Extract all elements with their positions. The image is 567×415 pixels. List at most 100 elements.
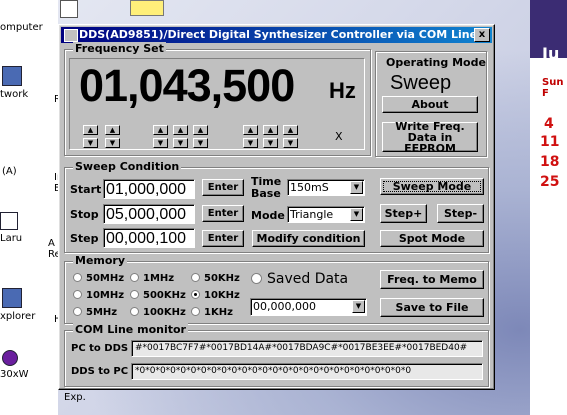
start-enter-button[interactable]: Enter xyxy=(202,179,244,196)
digit-down-arrow-button[interactable]: ▼ xyxy=(263,138,278,148)
memory-option-10mhz[interactable]: 10MHz xyxy=(73,290,124,301)
desktop-icon-label: twork xyxy=(0,89,29,100)
start-label: Start xyxy=(70,183,102,196)
step-label: Step xyxy=(70,232,99,245)
disc-icon xyxy=(2,350,18,366)
step-minus-button[interactable]: Step- xyxy=(437,204,484,223)
radio-icon xyxy=(191,273,200,282)
desktop-icon-label: Exp. xyxy=(64,392,86,403)
dds-to-pc-log: *0*0*0*0*0*0*0*0*0*0*0*0*0*0*0*0*0*0*0*0… xyxy=(131,363,483,380)
calendar-weekday: Sun F xyxy=(542,77,564,99)
step-plus-button[interactable]: Step+ xyxy=(380,204,427,223)
memory-option-label: 50KHz xyxy=(204,273,240,284)
spot-mode-button[interactable]: Spot Mode xyxy=(380,230,484,247)
memory-option-1khz[interactable]: 1KHz xyxy=(191,307,233,318)
operating-mode-value: Sweep xyxy=(390,72,452,94)
sticky-note-icon[interactable] xyxy=(130,0,164,16)
desktop-icon-label: (A) xyxy=(2,166,17,177)
calendar-day: 18 xyxy=(540,154,560,170)
dropdown-arrow-icon[interactable]: ▼ xyxy=(352,300,365,313)
pc-to-dds-label: PC to DDS xyxy=(71,343,129,354)
desktop-shortcut-icon[interactable] xyxy=(60,0,78,18)
desktop-icon-label: xplorer xyxy=(0,311,36,322)
pc-to-dds-log: #*0017BC7F7#*0017BD14A#*0017BDA9C#*0017B… xyxy=(131,340,483,357)
digit-down-arrow-button[interactable]: ▼ xyxy=(173,138,188,148)
modify-condition-button[interactable]: Modify condition xyxy=(252,230,365,247)
sweep-condition-group: Sweep Condition Start 01,000,000 Enter S… xyxy=(64,160,489,253)
dropdown-arrow-icon[interactable]: ▼ xyxy=(350,208,363,221)
digit-up-arrow-button[interactable]: ▲ xyxy=(105,125,120,135)
digit-down-arrow-button[interactable]: ▼ xyxy=(83,138,98,148)
radio-icon xyxy=(73,307,82,316)
calendar-day: 11 xyxy=(540,134,560,150)
digit-down-arrow-button[interactable]: ▼ xyxy=(243,138,258,148)
digit-up-arrow-button[interactable]: ▲ xyxy=(283,125,298,135)
digit-down-arrow-button[interactable]: ▼ xyxy=(105,138,120,148)
saved-data-value: 00,000,000 xyxy=(253,300,316,313)
desktop-icon-laru[interactable]: Laru xyxy=(0,212,22,244)
radio-icon xyxy=(73,273,82,282)
desktop-icon-exp[interactable]: Exp. xyxy=(64,392,86,403)
digit-up-arrow-button[interactable]: ▲ xyxy=(173,125,188,135)
stop-enter-button[interactable]: Enter xyxy=(202,205,244,222)
memory-option-10khz[interactable]: 10KHz xyxy=(191,290,240,301)
saved-data-label: Saved Data xyxy=(267,271,349,287)
time-base-select[interactable]: 150mS ▼ xyxy=(287,179,365,196)
title-bar[interactable]: DDS(AD9851)/Direct Digital Synthesizer C… xyxy=(61,27,492,43)
memory-option-1mhz[interactable]: 1MHz xyxy=(130,273,174,284)
desktop-icon-label: omputer xyxy=(0,22,43,33)
radio-icon xyxy=(130,290,139,299)
digit-down-arrow-button[interactable]: ▼ xyxy=(193,138,208,148)
desktop-icon-computer[interactable]: omputer xyxy=(0,22,43,33)
dropdown-arrow-icon[interactable]: ▼ xyxy=(350,181,363,194)
memory-option-100khz[interactable]: 100KHz xyxy=(130,307,186,318)
sweep-mode-select[interactable]: Triangle ▼ xyxy=(287,206,365,223)
step-enter-button[interactable]: Enter xyxy=(202,230,244,247)
frequency-set-label: Frequency Set xyxy=(73,42,166,55)
memory-option-label: 500KHz xyxy=(143,290,186,301)
digit-up-arrow-button[interactable]: ▲ xyxy=(243,125,258,135)
memory-option-label: 10MHz xyxy=(86,290,125,301)
stop-label: Stop xyxy=(70,208,99,221)
desktop-icon-explorer[interactable]: xplorer xyxy=(0,288,35,322)
step-frequency-input[interactable]: 00,000,100 xyxy=(103,228,195,248)
radio-icon xyxy=(130,307,139,316)
saved-data-radio[interactable]: Saved Data xyxy=(251,271,348,287)
calendar-day: 4 xyxy=(544,116,554,132)
start-frequency-input[interactable]: 01,000,000 xyxy=(103,179,195,199)
save-to-file-button[interactable]: Save to File xyxy=(380,298,484,317)
memory-option-label: 1MHz xyxy=(143,273,175,284)
saved-data-select[interactable]: 00,000,000 ▼ xyxy=(250,298,367,316)
desktop-icon-network[interactable]: twork xyxy=(0,66,28,100)
time-base-label: Time Base xyxy=(251,175,282,200)
desktop-icon-30xw[interactable]: 30xW xyxy=(0,350,29,380)
write-eeprom-button[interactable]: Write Freq. Data in EEPROM xyxy=(382,121,478,154)
memory-option-50khz[interactable]: 50KHz xyxy=(191,273,240,284)
calendar-day: 25 xyxy=(540,174,560,190)
digit-up-arrow-button[interactable]: ▲ xyxy=(193,125,208,135)
memory-option-500khz[interactable]: 500KHz xyxy=(130,290,186,301)
frequency-display: 01,043,500 xyxy=(79,60,295,111)
digit-down-arrow-button[interactable]: ▼ xyxy=(153,138,168,148)
memory-option-50mhz[interactable]: 50MHz xyxy=(73,273,124,284)
about-button[interactable]: About xyxy=(382,96,478,113)
com-monitor-group: COM Line monitor PC to DDS #*0017BC7F7#*… xyxy=(64,323,489,387)
com-monitor-label: COM Line monitor xyxy=(73,323,188,336)
desktop-icon-a[interactable]: (A) xyxy=(2,166,17,177)
stop-frequency-input[interactable]: 05,000,000 xyxy=(103,204,195,224)
digit-down-arrow-button[interactable]: ▼ xyxy=(283,138,298,148)
digit-up-arrow-button[interactable]: ▲ xyxy=(263,125,278,135)
memory-option-label: 10KHz xyxy=(204,290,240,301)
sweep-mode-value: Triangle xyxy=(290,208,334,221)
digit-up-arrow-button[interactable]: ▲ xyxy=(153,125,168,135)
freq-to-memo-button[interactable]: Freq. to Memo xyxy=(380,270,484,289)
calendar-wallpaper: Ju Sun F 4 11 18 25 xyxy=(530,0,567,415)
window-title: DDS(AD9851)/Direct Digital Synthesizer C… xyxy=(79,28,478,41)
close-button[interactable]: x xyxy=(474,28,490,42)
digit-up-arrow-button[interactable]: ▲ xyxy=(83,125,98,135)
memory-option-5mhz[interactable]: 5MHz xyxy=(73,307,117,318)
radio-selected-icon xyxy=(191,290,200,299)
desktop-icon-column: omputer twork (A) Laru xplorer 30xW xyxy=(0,0,58,415)
sweep-mode-button[interactable]: Sweep Mode xyxy=(380,178,484,195)
calendar-month: Ju xyxy=(542,44,560,63)
